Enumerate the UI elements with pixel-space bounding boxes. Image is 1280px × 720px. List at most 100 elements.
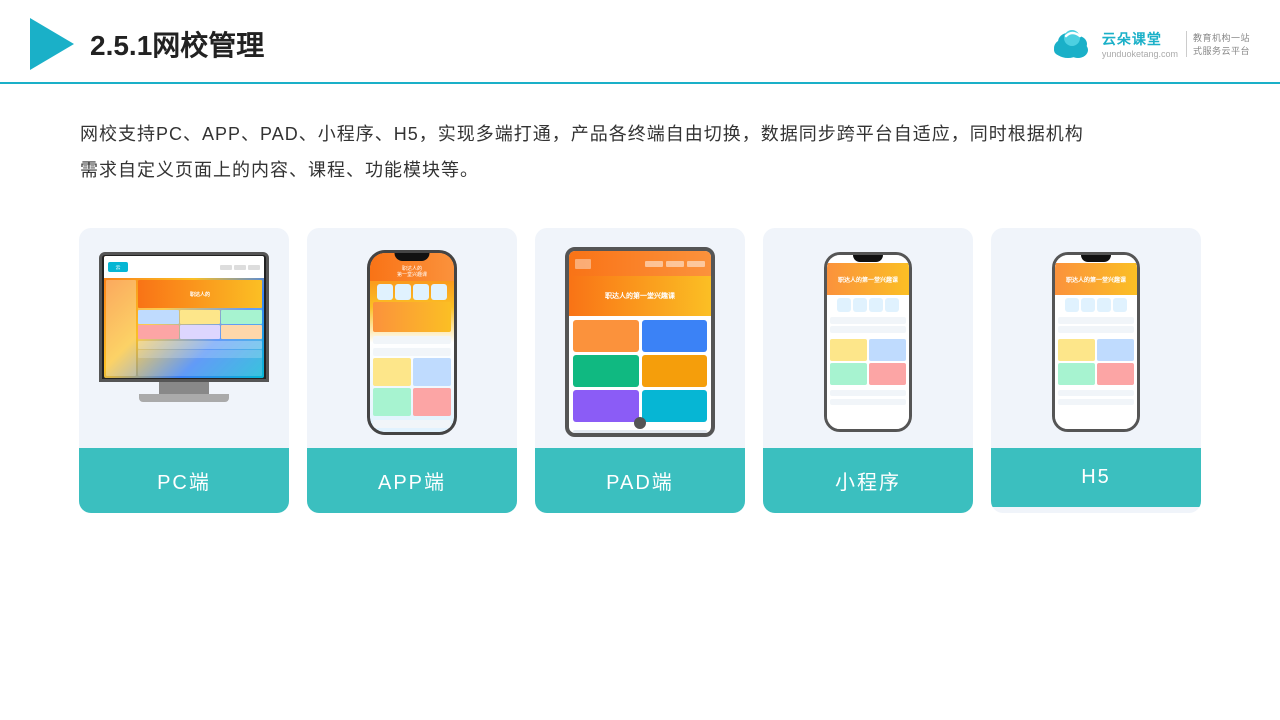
tablet-card xyxy=(642,390,708,422)
card-miniprogram-label: 小程序 xyxy=(763,448,973,513)
mini-icon-h5 xyxy=(1065,298,1079,312)
phone-list-item xyxy=(373,420,451,428)
phone-screen: 职达人的第一堂兴趣课 xyxy=(370,253,454,432)
brand-name: 云朵课堂 xyxy=(1102,29,1162,49)
tablet-nav-item xyxy=(687,261,705,267)
mini-course-item-h5 xyxy=(1058,339,1095,361)
phone-notch xyxy=(395,253,430,261)
description-line1: 网校支持PC、APP、PAD、小程序、H5，实现多端打通，产品各终端自由切换，数… xyxy=(80,116,1200,152)
phone-icon-item xyxy=(395,284,411,300)
phone-screen-content: 职达人的第一堂兴趣课 xyxy=(370,253,454,432)
mini-course-item-h5 xyxy=(1058,363,1095,385)
mini-course-item xyxy=(869,339,906,361)
phone-list-item xyxy=(373,348,451,356)
brand-logo: 云朵课堂 yunduoketang.com 教育机构一站 式服务云平台 xyxy=(1048,28,1250,60)
tablet-card xyxy=(642,320,708,352)
tablet-screen: 职达人的第一堂兴趣课 xyxy=(569,251,711,433)
mini-course-grid-h5 xyxy=(1055,337,1137,387)
cards-container: 云 职达人的 xyxy=(0,208,1280,543)
card-pad: 职达人的第一堂兴趣课 xyxy=(535,228,745,513)
phone-banner xyxy=(373,302,451,332)
mini-icon xyxy=(885,298,899,312)
pc-nav-dot xyxy=(248,265,260,270)
brand-text-block: 云朵课堂 yunduoketang.com xyxy=(1102,29,1178,59)
pc-nav-bar: 云 xyxy=(104,256,264,278)
mini-list xyxy=(827,315,909,337)
card-pc: 云 职达人的 xyxy=(79,228,289,513)
card-pc-image: 云 职达人的 xyxy=(79,228,289,448)
card-h5: 职达人的第一堂兴趣课 xyxy=(991,228,1201,513)
mini-phone-notch-h5 xyxy=(1081,255,1111,262)
mini-course-item xyxy=(830,363,867,385)
tablet-logo xyxy=(575,259,591,269)
tablet-body xyxy=(569,316,711,426)
phone-list-item xyxy=(373,336,451,344)
mini-phone-content-h5: 职达人的第一堂兴趣课 xyxy=(1055,255,1137,405)
brand-slogan: 教育机构一站 式服务云平台 xyxy=(1186,31,1250,57)
h5-footer-bar2 xyxy=(1058,399,1134,405)
pc-screen-outer: 云 职达人的 xyxy=(99,252,269,382)
card-pad-label: PAD端 xyxy=(535,448,745,513)
mini-course-item-h5 xyxy=(1097,363,1134,385)
tablet-card xyxy=(573,320,639,352)
brand-slogan-line2: 式服务云平台 xyxy=(1193,44,1250,57)
phone-header-text: 职达人的第一堂兴趣课 xyxy=(397,266,427,278)
header: 2.5.1网校管理 云朵课堂 yunduoketang.com 教育机构一站 式… xyxy=(0,0,1280,84)
h5-device-mockup: 职达人的第一堂兴趣课 xyxy=(1052,252,1140,432)
h5-footer-bar xyxy=(1058,390,1134,396)
header-left: 2.5.1网校管理 xyxy=(30,18,264,70)
card-app-label: APP端 xyxy=(307,448,517,513)
mini-footer-bar xyxy=(830,390,906,396)
pc-sidebar xyxy=(106,280,136,376)
pad-device-mockup: 职达人的第一堂兴趣课 xyxy=(565,247,715,437)
phone-icon-item xyxy=(431,284,447,300)
pc-nav-dot xyxy=(234,265,246,270)
pc-logo-sm: 云 xyxy=(108,262,128,272)
description-line2: 需求自定义页面上的内容、课程、功能模块等。 xyxy=(80,152,1200,188)
pc-nav-dot xyxy=(220,265,232,270)
tablet-nav-items xyxy=(645,261,705,267)
mini-icon xyxy=(837,298,851,312)
card-pad-image: 职达人的第一堂兴趣课 xyxy=(535,228,745,448)
phone-icon-row xyxy=(373,284,451,300)
mini-icon-h5 xyxy=(1113,298,1127,312)
app-device-mockup: 职达人的第一堂兴趣课 xyxy=(367,250,457,435)
tablet-home-btn xyxy=(634,417,646,429)
miniprogram-device-mockup: 职达人的第一堂兴趣课 xyxy=(824,252,912,432)
mini-list-row xyxy=(830,317,906,324)
pc-base xyxy=(139,394,229,402)
phone-icon-item xyxy=(413,284,429,300)
mini-icon-h5 xyxy=(1081,298,1095,312)
tablet-card xyxy=(573,355,639,387)
card-miniprogram-image: 职达人的第一堂兴趣课 xyxy=(763,228,973,448)
mini-icon xyxy=(853,298,867,312)
phone-body xyxy=(370,281,454,432)
mini-banner: 职达人的第一堂兴趣课 xyxy=(827,263,909,295)
mini-phone-notch xyxy=(853,255,883,262)
page-title: 2.5.1网校管理 xyxy=(90,24,264,64)
card-app-image: 职达人的第一堂兴趣课 xyxy=(307,228,517,448)
mini-footer-bar2 xyxy=(830,399,906,405)
tablet-banner: 职达人的第一堂兴趣课 xyxy=(569,276,711,316)
pc-main: 职达人的 xyxy=(138,280,262,376)
header-right: 云朵课堂 yunduoketang.com 教育机构一站 式服务云平台 xyxy=(1048,28,1250,60)
pc-device-mockup: 云 职达人的 xyxy=(99,252,269,432)
card-h5-image: 职达人的第一堂兴趣课 xyxy=(991,228,1201,448)
brand-url: yunduoketang.com xyxy=(1102,49,1178,59)
mini-course-item xyxy=(830,339,867,361)
tablet-card xyxy=(642,355,708,387)
mini-icon-h5 xyxy=(1097,298,1111,312)
phone-icon-item xyxy=(377,284,393,300)
tablet-nav-item xyxy=(645,261,663,267)
mini-icon xyxy=(869,298,883,312)
mini-banner-h5: 职达人的第一堂兴趣课 xyxy=(1055,263,1137,295)
pc-stand xyxy=(159,382,209,394)
tablet-list-row xyxy=(573,430,707,433)
pc-content-area: 职达人的 xyxy=(104,278,264,378)
tablet-header xyxy=(569,251,711,276)
mini-icons xyxy=(827,295,909,315)
mini-course-grid xyxy=(827,337,909,387)
card-miniprogram: 职达人的第一堂兴趣课 xyxy=(763,228,973,513)
mini-list-row-h5 xyxy=(1058,326,1134,333)
mini-list-h5 xyxy=(1055,315,1137,337)
